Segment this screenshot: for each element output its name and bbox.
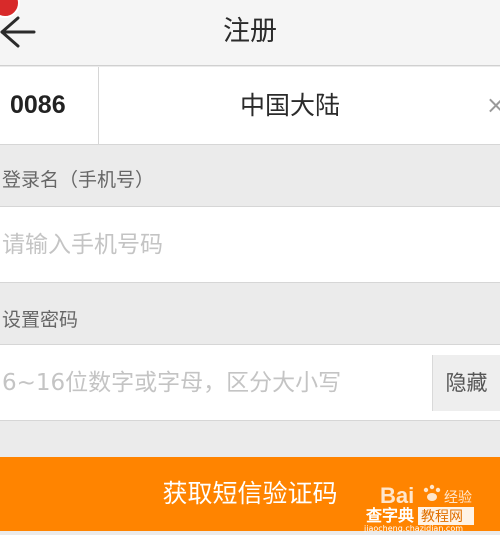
phone-input[interactable] [0, 207, 492, 282]
hide-password-button[interactable]: 隐藏 [432, 355, 500, 411]
page-title: 注册 [223, 16, 277, 47]
region-selector[interactable]: 0086 中国大陆 × [0, 67, 500, 145]
password-label: 设置密码 [2, 309, 79, 331]
get-sms-code-button[interactable]: 获取短信验证码 [0, 457, 500, 531]
password-input[interactable] [0, 345, 427, 420]
country-code[interactable]: 0086 [0, 67, 99, 144]
clear-icon[interactable]: × [486, 91, 500, 119]
region-name[interactable]: 中国大陆 [100, 67, 480, 144]
password-input-row: 隐藏 [0, 344, 500, 421]
phone-input-row [0, 206, 500, 283]
nav-header: 注册 [0, 0, 500, 66]
login-name-label: 登录名（手机号） [2, 169, 155, 191]
